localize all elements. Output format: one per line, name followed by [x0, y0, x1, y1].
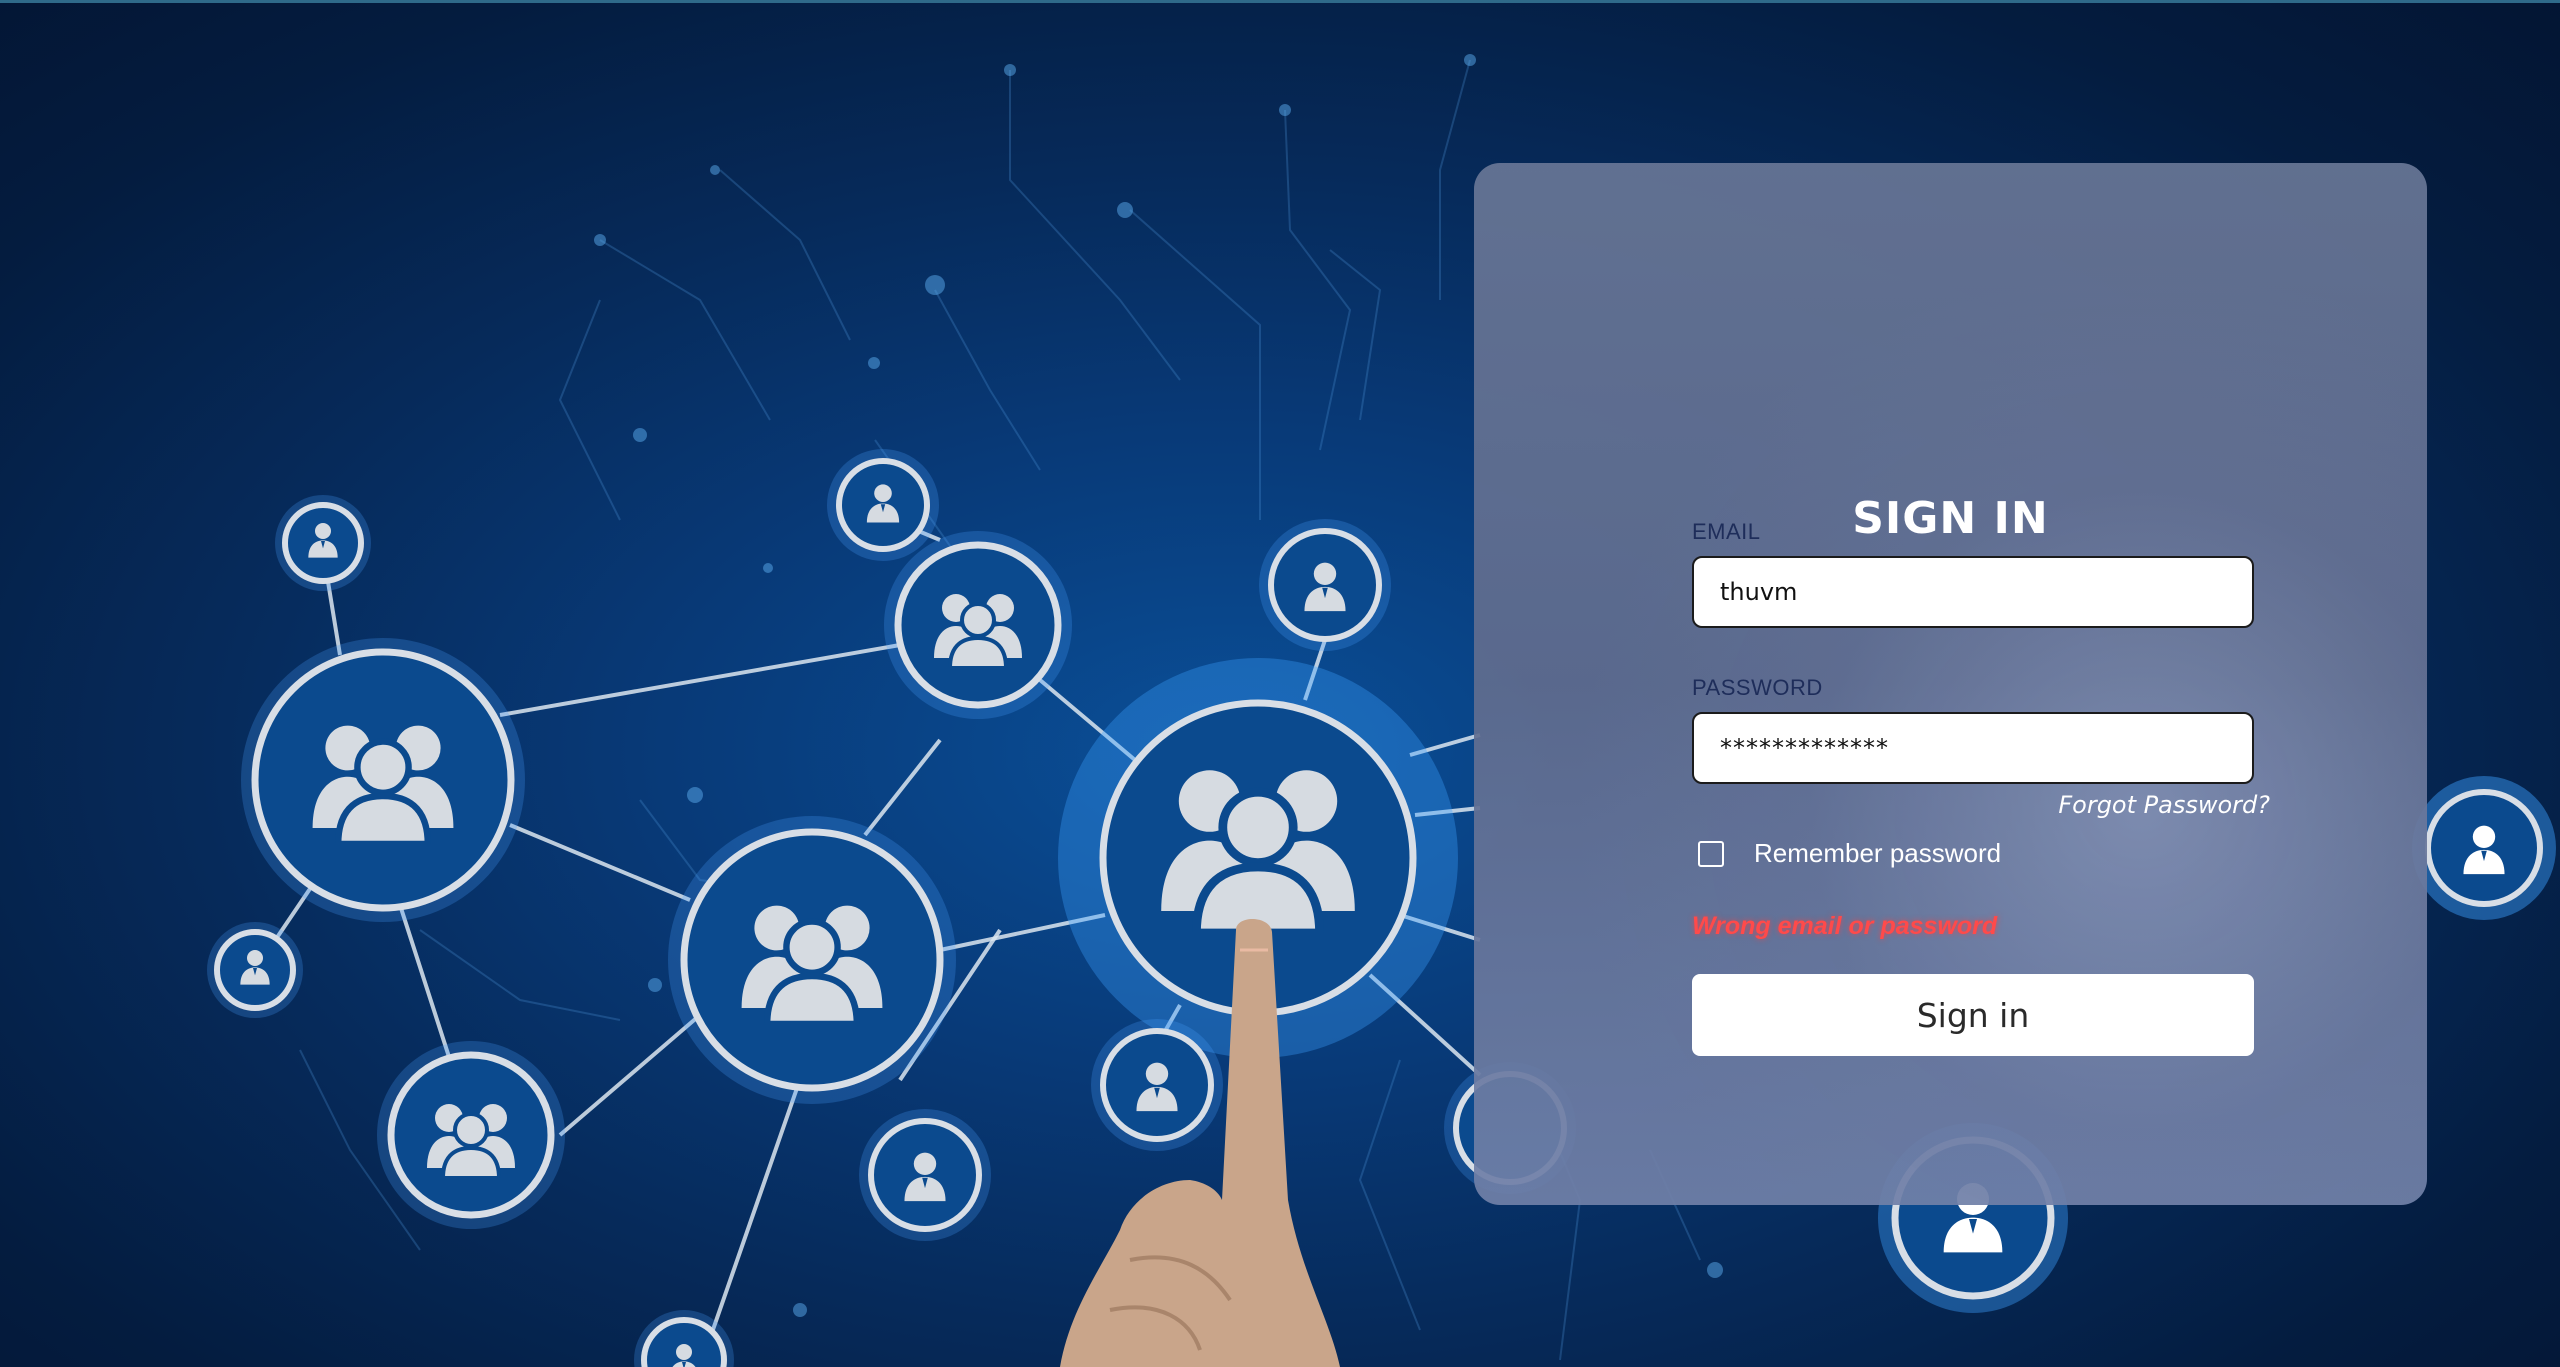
forgot-password-link[interactable]: Forgot Password?: [2050, 791, 2270, 819]
sign-in-button[interactable]: Sign in: [1692, 974, 2254, 1056]
login-page: SIGN IN EMAIL PASSWORD Forgot Password? …: [0, 0, 2560, 1367]
error-message: Wrong email or password: [1692, 912, 1998, 940]
password-field[interactable]: [1692, 712, 2254, 784]
password-label: PASSWORD: [1692, 675, 1823, 700]
email-field[interactable]: [1692, 556, 2254, 628]
email-label: EMAIL: [1692, 519, 1761, 544]
remember-password-label: Remember password: [1754, 838, 2002, 868]
page-title: SIGN IN: [1852, 493, 2049, 544]
remember-password-checkbox[interactable]: [1698, 840, 1724, 867]
remember-password-row[interactable]: Remember password: [1698, 838, 2001, 869]
